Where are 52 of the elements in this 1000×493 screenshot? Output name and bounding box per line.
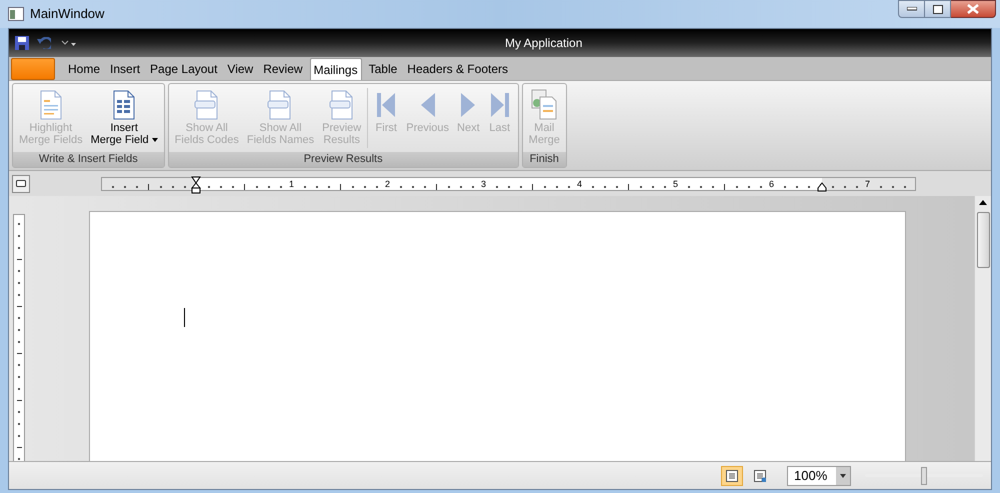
field-document-icon xyxy=(267,90,294,120)
ribbon-tab[interactable]: Review xyxy=(260,58,306,80)
ruler-number: 7 xyxy=(865,178,870,190)
customize-caret-icon[interactable] xyxy=(61,39,77,47)
insert-button[interactable]: Insert Merge Field xyxy=(86,84,162,152)
minimize-icon xyxy=(906,7,916,11)
save-icon[interactable] xyxy=(15,36,29,50)
tab-stop-icon xyxy=(16,180,26,187)
window-icon xyxy=(8,7,24,21)
ribbon-tab[interactable]: Headers & Footers xyxy=(404,58,511,80)
ruler-number: 5 xyxy=(673,178,678,190)
dropdown-caret-icon xyxy=(840,474,846,478)
close-button[interactable] xyxy=(951,0,996,18)
zoom-combobox[interactable]: 100% xyxy=(787,466,851,486)
group-label: Write & Insert Fields xyxy=(13,152,164,167)
app-title: My Application xyxy=(505,35,582,52)
maximize-icon xyxy=(932,4,942,14)
ribbon-tab[interactable]: Insert xyxy=(107,58,144,80)
maximize-button[interactable] xyxy=(925,0,951,18)
print-layout-button[interactable] xyxy=(721,466,743,486)
window-title: MainWindow xyxy=(30,5,104,24)
ruler-number: 4 xyxy=(577,178,582,190)
zoom-slider[interactable] xyxy=(865,466,983,486)
ribbon-tab[interactable]: Mailings xyxy=(310,58,362,80)
indent-marker-icon[interactable] xyxy=(191,176,201,194)
ribbon-tab[interactable]: Home xyxy=(65,58,104,80)
slider-thumb[interactable] xyxy=(921,466,927,484)
page-icon xyxy=(754,470,766,482)
ruler-number: 6 xyxy=(769,178,774,190)
scroll-thumb[interactable] xyxy=(976,212,990,268)
vertical-scrollbar[interactable] xyxy=(974,196,991,461)
scroll-up-icon[interactable] xyxy=(979,200,987,206)
ribbon-tab[interactable]: View xyxy=(224,58,256,80)
ruler-number: 2 xyxy=(385,178,390,190)
ribbon-tab[interactable]: Page Layout xyxy=(147,58,220,80)
field-document-icon xyxy=(328,90,355,120)
right-indent-marker-icon[interactable] xyxy=(817,182,827,192)
group-label: Preview Results xyxy=(168,152,518,167)
page-icon xyxy=(726,470,738,482)
ruler-number: 1 xyxy=(289,178,294,190)
undo-icon[interactable] xyxy=(37,37,51,49)
group-label: Finish xyxy=(522,152,566,167)
document-icon xyxy=(38,90,64,120)
field-document-icon xyxy=(194,90,220,120)
ribbon-tab[interactable]: Table xyxy=(366,58,400,80)
table-document-icon xyxy=(111,90,138,120)
mail-merge-icon xyxy=(530,89,558,121)
close-icon xyxy=(967,4,979,14)
ruler-toggle-button[interactable] xyxy=(12,174,30,192)
ruler-number: 3 xyxy=(481,178,486,190)
minimize-button[interactable] xyxy=(898,0,925,18)
text-cursor xyxy=(184,308,185,327)
